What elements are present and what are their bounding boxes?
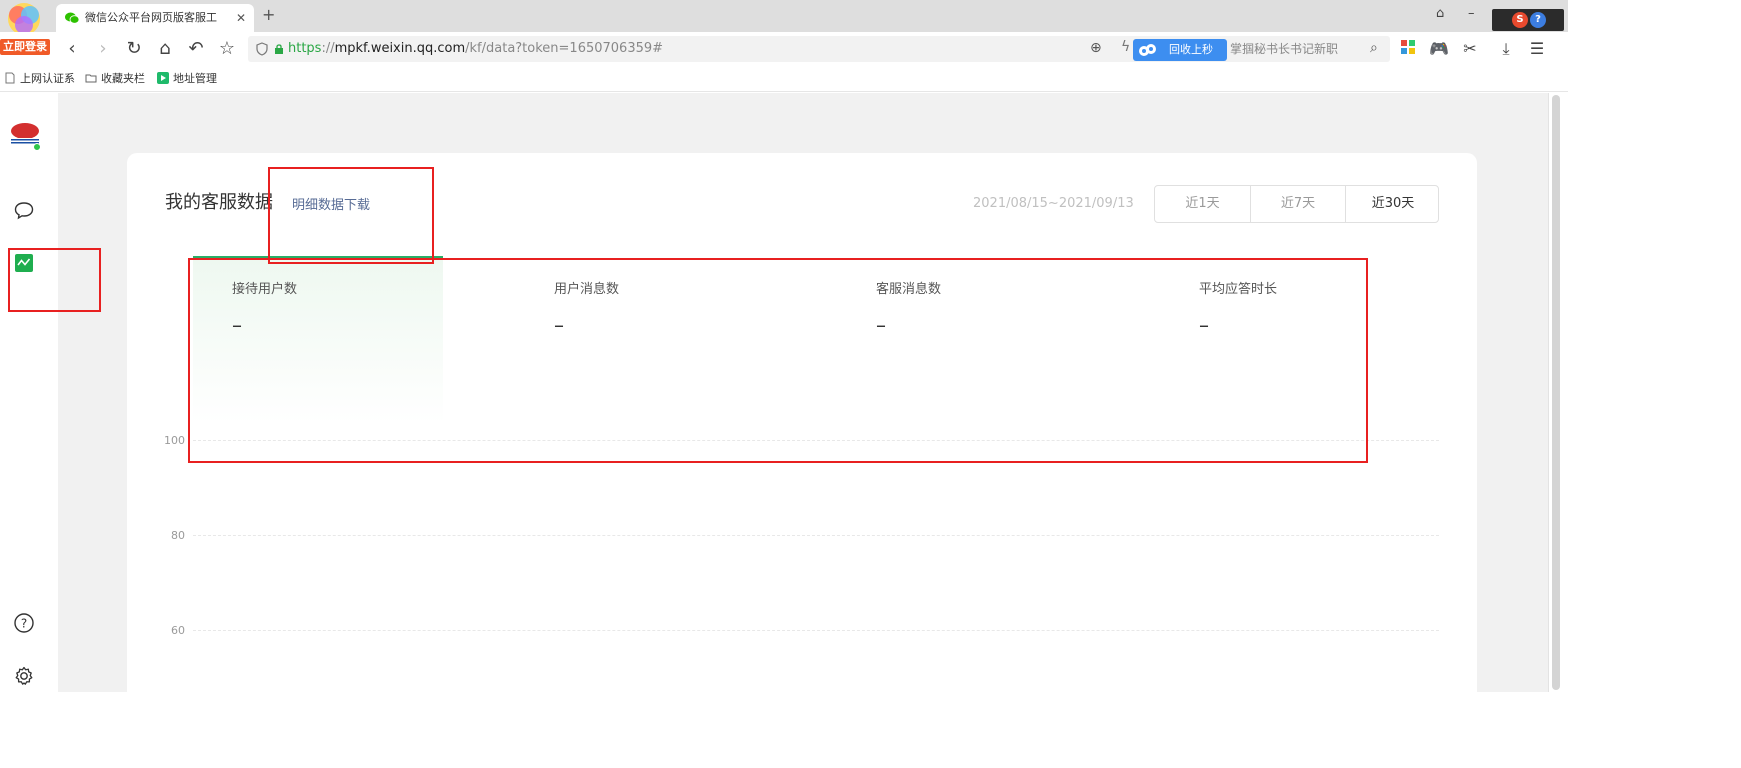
gridline <box>193 535 1439 536</box>
range-selector: 近1天 近7天 近30天 <box>1154 185 1439 223</box>
gridline <box>193 630 1439 631</box>
bookmark-label: 收藏夹栏 <box>101 72 145 85</box>
y-tick-label: 100 <box>164 434 185 447</box>
skin-icon[interactable]: ⌂ <box>1436 4 1444 24</box>
annotation-box-stats <box>188 258 1368 463</box>
back-icon[interactable]: ‹ <box>62 39 82 59</box>
tab-title: 微信公众平台网页版客服工 <box>85 11 217 24</box>
favorite-star-icon[interactable]: ☆ <box>217 39 237 59</box>
date-range: 2021/08/15~2021/09/13 <box>973 196 1134 211</box>
apps-grid-icon[interactable] <box>1398 39 1418 59</box>
home-icon[interactable]: ⌂ <box>155 39 175 59</box>
range-30-day-button[interactable]: 近30天 <box>1345 186 1440 222</box>
page-scrollbar[interactable] <box>1548 93 1568 692</box>
bookmark-label: 上网认证系 <box>20 72 75 85</box>
help-circle-icon[interactable]: ? <box>13 612 35 634</box>
apps-grid-glyph <box>1401 40 1415 54</box>
sogou-icon[interactable]: S <box>1512 12 1528 28</box>
undo-icon[interactable]: ↶ <box>186 39 206 59</box>
scissors-icon[interactable]: ✂ <box>1460 39 1480 59</box>
bookmark-item[interactable]: 地址管理 <box>157 71 217 87</box>
tab-close-icon[interactable]: ✕ <box>236 10 246 26</box>
zoom-icon[interactable]: ⊕ <box>1090 40 1102 56</box>
login-badge[interactable]: 立即登录 <box>0 39 50 55</box>
app-window: 微信公众平台网页版客服工 ✕ + ⌂ – S ? 立即登录 ‹ › ↻ ⌂ ↶ … <box>0 0 1568 692</box>
game-icon[interactable]: 🎮 <box>1429 39 1449 59</box>
bookmark-label: 地址管理 <box>173 72 217 85</box>
address-bar[interactable]: https://mpkf.weixin.qq.com/kf/data?token… <box>248 36 1390 62</box>
annotation-box-download <box>268 167 434 264</box>
page-title: 我的客服数据 <box>165 192 273 213</box>
lightning-icon[interactable]: ϟ <box>1121 39 1130 55</box>
new-tab-button[interactable]: + <box>262 5 275 25</box>
download-icon[interactable]: ⤓ <box>1496 39 1516 59</box>
url-separator: :// <box>321 41 335 56</box>
cloud-icon <box>1139 44 1156 56</box>
promo-button[interactable]: 回收上秒 <box>1133 39 1227 61</box>
bookmark-item[interactable]: 上网认证系 <box>4 71 75 87</box>
settings-gear-icon[interactable] <box>13 665 35 687</box>
system-tray: S ? <box>1492 9 1564 31</box>
minimize-button[interactable]: – <box>1468 4 1475 24</box>
forward-icon[interactable]: › <box>93 39 113 59</box>
chat-bubble-icon[interactable] <box>13 199 35 221</box>
svg-text:?: ? <box>21 617 27 631</box>
reload-icon[interactable]: ↻ <box>124 39 144 59</box>
search-icon[interactable]: ⌕ <box>1370 40 1378 56</box>
sidebar: ? <box>0 93 58 692</box>
url-host: mpkf.weixin.qq.com <box>334 41 466 56</box>
play-icon <box>157 72 169 84</box>
page-icon <box>5 72 15 84</box>
range-7-day-button[interactable]: 近7天 <box>1250 186 1345 222</box>
lock-icon <box>275 44 283 54</box>
tab-wechat-kf[interactable]: 微信公众平台网页版客服工 ✕ <box>56 4 254 32</box>
promo-label: 回收上秒 <box>1169 43 1213 56</box>
url-path: /kf/data?token=1650706359# <box>465 41 664 56</box>
y-gridline: 80 <box>161 527 1441 545</box>
range-1-day-button[interactable]: 近1天 <box>1155 186 1250 222</box>
annotation-box-sidebar <box>8 248 101 312</box>
wechat-icon <box>65 12 80 24</box>
y-tick-label: 80 <box>171 529 185 542</box>
y-gridline: 60 <box>161 622 1441 640</box>
folder-icon <box>85 74 97 83</box>
tab-bar: 微信公众平台网页版客服工 ✕ + ⌂ – S ? <box>0 0 1568 35</box>
shield-icon <box>256 42 268 56</box>
navigation-bar: ‹ › ↻ ⌂ ↶ ☆ https://mpkf.weixin.qq.com/k… <box>0 32 1568 66</box>
menu-icon[interactable]: ☰ <box>1527 39 1547 59</box>
url-scheme: https <box>288 41 322 56</box>
help-icon[interactable]: ? <box>1530 12 1546 28</box>
y-tick-label: 60 <box>171 624 185 637</box>
online-status-dot <box>33 143 41 151</box>
url-text[interactable]: https://mpkf.weixin.qq.com/kf/data?token… <box>288 40 663 58</box>
bookmark-item[interactable]: 收藏夹栏 <box>85 71 145 87</box>
scrollbar-thumb[interactable] <box>1552 95 1560 690</box>
bookmarks-bar: 上网认证系 收藏夹栏 地址管理 <box>0 66 1568 92</box>
news-ticker[interactable]: 掌掴秘书长书记新职 <box>1230 40 1338 58</box>
